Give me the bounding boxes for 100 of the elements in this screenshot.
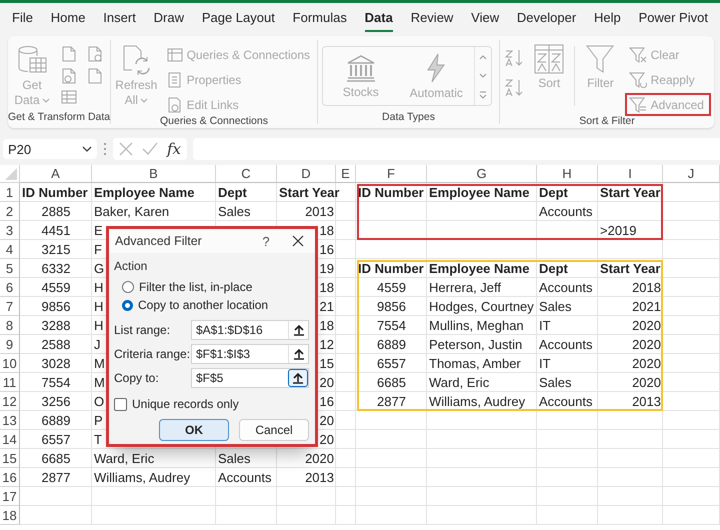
- name-box[interactable]: P20: [3, 139, 97, 159]
- column-header[interactable]: D: [277, 165, 336, 183]
- ok-button[interactable]: OK: [159, 419, 229, 441]
- ribbon-tab[interactable]: Home: [50, 4, 86, 32]
- ribbon-tab[interactable]: Insert: [103, 4, 136, 32]
- table-cell-text: Accounts: [538, 336, 594, 354]
- column-header[interactable]: F: [356, 165, 427, 183]
- table-cell-text: H: [93, 298, 104, 316]
- table-cell-text: Sales: [217, 450, 252, 468]
- table-cell-text: Ward, Eric: [428, 374, 490, 392]
- ribbon-tab[interactable]: Power Pivot: [638, 4, 708, 32]
- column-header[interactable]: H: [537, 165, 598, 183]
- table-cell-text: Sales: [538, 298, 573, 316]
- table-cell-text: 6557: [40, 431, 72, 449]
- table-cell-text: 2877: [376, 393, 407, 411]
- table-cell-text: 20: [318, 412, 335, 430]
- group-label: Data Types: [381, 111, 436, 124]
- table-cell-text: 2018: [631, 279, 662, 297]
- cancel-button[interactable]: Cancel: [239, 419, 309, 441]
- table-cell-text: 2013: [304, 203, 335, 221]
- header-cell-text: ID Number: [357, 184, 425, 202]
- caret-icon: [82, 146, 92, 152]
- column-header[interactable]: I: [598, 165, 663, 183]
- column-header[interactable]: A: [20, 165, 92, 183]
- row-header[interactable]: 5: [0, 259, 20, 278]
- table-cell-text: 2588: [40, 336, 72, 354]
- table-cell-text: 2020: [631, 355, 662, 373]
- column-header[interactable]: E: [336, 165, 356, 183]
- ribbon-tab[interactable]: Page Layout: [202, 4, 275, 32]
- row-header[interactable]: 13: [0, 411, 20, 430]
- header-cell-text: Employee Name: [428, 260, 530, 278]
- table-cell-text: Ward, Eric: [93, 450, 156, 468]
- row-header[interactable]: 9: [0, 335, 20, 354]
- table-cell-text: H: [93, 279, 104, 297]
- ribbon-tab[interactable]: Developer: [516, 4, 576, 32]
- ribbon-tab[interactable]: File: [12, 4, 33, 32]
- header-cell-text: Employee Name: [428, 184, 530, 202]
- radio-option[interactable]: Copy to another location: [122, 296, 309, 314]
- table-cell-text: 19: [318, 260, 335, 278]
- table-cell-text: T: [93, 431, 103, 449]
- table-cell-text: Williams, Audrey: [93, 469, 192, 487]
- ribbon-tab[interactable]: Formulas: [292, 4, 347, 32]
- help-button[interactable]: ?: [251, 234, 281, 248]
- table-cell-text: Accounts: [217, 469, 272, 487]
- table-cell-text: IT: [538, 317, 552, 335]
- unique-records-checkbox[interactable]: Unique records only: [114, 397, 309, 411]
- column-header[interactable]: G: [427, 165, 537, 183]
- row-header[interactable]: 8: [0, 316, 20, 335]
- column-header[interactable]: C: [216, 165, 277, 183]
- radio-option[interactable]: Filter the list, in-place: [122, 278, 309, 296]
- ribbon-tab[interactable]: Review: [410, 4, 454, 32]
- group-label: Action: [114, 259, 148, 273]
- row-header[interactable]: 2: [0, 202, 20, 221]
- table-cell-text: M: [93, 355, 106, 373]
- table-cell-text: 2013: [631, 393, 662, 411]
- row-header[interactable]: 1: [0, 183, 20, 202]
- table-cell-text: 2877: [40, 469, 72, 487]
- column-header[interactable]: B: [92, 165, 216, 183]
- row-header[interactable]: 16: [0, 468, 20, 487]
- sort-ascending-icon[interactable]: [504, 48, 524, 68]
- table-cell-text: 4451: [40, 222, 72, 240]
- row-header[interactable]: 17: [0, 487, 20, 506]
- row-header[interactable]: 18: [0, 506, 20, 525]
- row-header[interactable]: 4: [0, 240, 20, 259]
- table-cell-text: Accounts: [538, 279, 594, 297]
- row-header[interactable]: 3: [0, 221, 20, 240]
- row-header[interactable]: 11: [0, 373, 20, 392]
- enter-icon[interactable]: [142, 142, 158, 156]
- insert-function-button[interactable]: fx: [167, 140, 182, 158]
- table-cell-text: 20: [318, 374, 335, 392]
- row-header[interactable]: 14: [0, 430, 20, 449]
- table-cell-text: 3288: [40, 317, 72, 335]
- group-label: Queries & Connections: [159, 115, 269, 128]
- cancel-icon[interactable]: [119, 142, 133, 156]
- sort-descending-icon[interactable]: [504, 78, 524, 98]
- ribbon-tab[interactable]: Draw: [154, 4, 184, 32]
- row-header[interactable]: 6: [0, 278, 20, 297]
- column-header[interactable]: J: [663, 165, 720, 183]
- table-cell-text: 2885: [40, 203, 72, 221]
- select-all-icon[interactable]: [5, 168, 17, 180]
- ribbon-tab[interactable]: Help: [594, 4, 621, 32]
- table-cell-text: 18: [318, 279, 335, 297]
- table-cell-text: 6332: [40, 260, 72, 278]
- table-cell-text: M: [93, 374, 106, 392]
- row-header[interactable]: 15: [0, 449, 20, 468]
- row-header[interactable]: 12: [0, 392, 20, 411]
- header-cell-text: Start Year: [599, 260, 662, 278]
- table-cell-text: 7554: [40, 374, 72, 392]
- table-cell-text: Hodges, Courtney: [428, 298, 535, 316]
- ribbon-tab[interactable]: View: [471, 4, 500, 32]
- table-cell-text: 6889: [376, 336, 407, 354]
- table-cell-text: Accounts: [538, 203, 594, 221]
- table-cell-text: E: [93, 222, 104, 240]
- table-cell-text: 18: [318, 222, 335, 240]
- table-cell-text: 2020: [631, 374, 662, 392]
- row-header[interactable]: 10: [0, 354, 20, 373]
- table-icon: [166, 46, 183, 62]
- table-cell-text: 2020: [631, 317, 662, 335]
- row-header[interactable]: 7: [0, 297, 20, 316]
- header-cell-text: Dept: [538, 260, 569, 278]
